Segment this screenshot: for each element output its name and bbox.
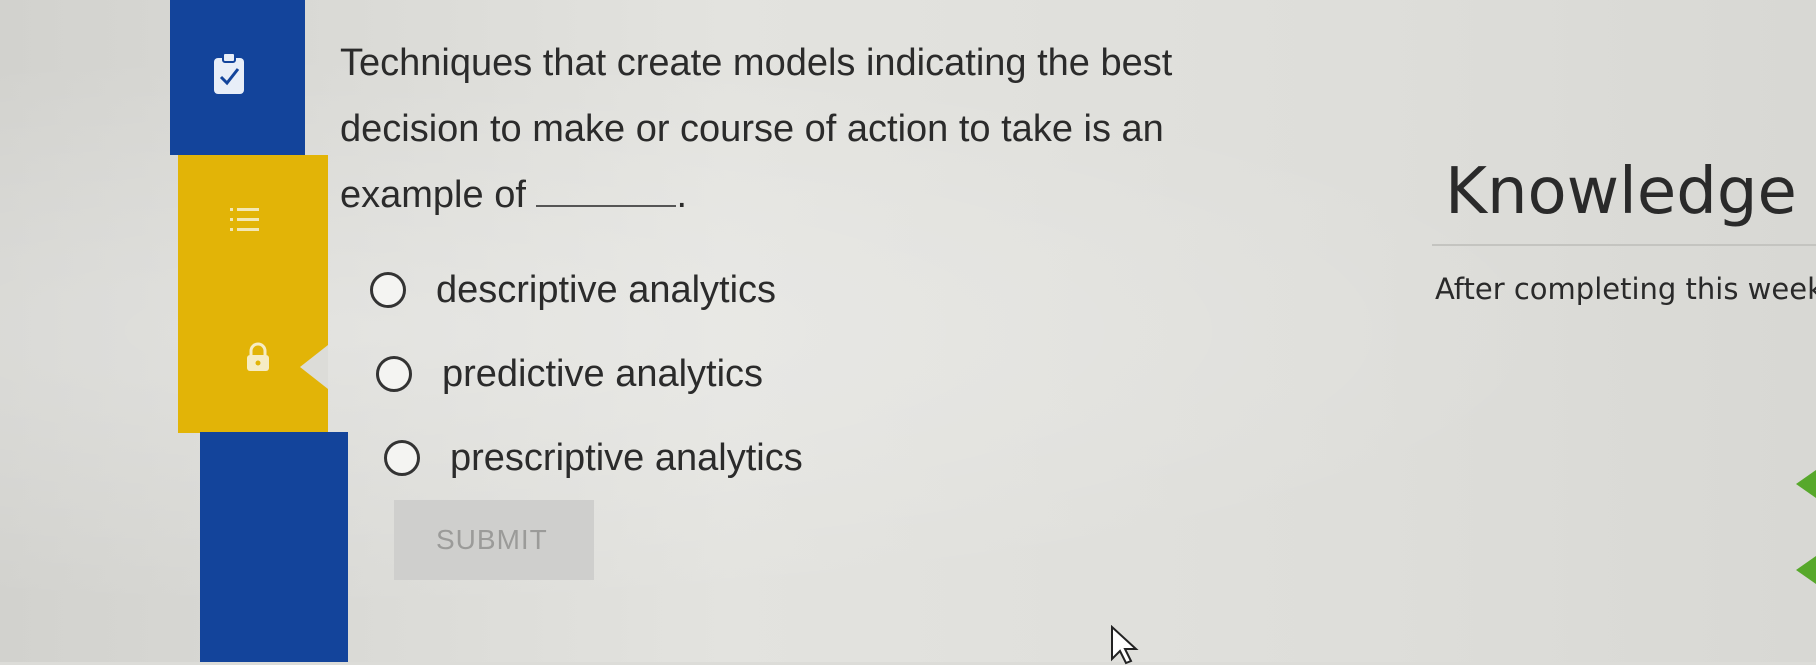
mouse-cursor-icon [1111,625,1139,665]
panel-divider [1432,244,1816,246]
question-prompt: Techniques that create models indicating… [340,42,1173,216]
clipboard-check-icon [214,52,244,94]
option-prescriptive-analytics[interactable]: prescriptive analytics [384,416,803,500]
answer-options: descriptive analytics predictive analyti… [370,248,803,500]
list-icon [230,208,259,231]
sidebar-section-bottom[interactable] [200,432,348,662]
option-descriptive-analytics[interactable]: descriptive analytics [370,248,803,332]
radio-button[interactable] [370,272,406,308]
sidebar-active-indicator [300,345,328,389]
answer-blank [536,175,677,207]
radio-button[interactable] [376,356,412,392]
panel-title: Knowledge [1445,155,1797,229]
question-period: . [676,174,688,216]
submit-button[interactable]: SUBMIT [394,500,594,580]
green-arrow-icon[interactable] [1796,470,1816,498]
question-text: Techniques that create models indicating… [340,30,1200,228]
option-label: predictive analytics [442,352,764,395]
sidebar [0,0,350,662]
sidebar-section-list[interactable] [178,155,328,433]
option-label: prescriptive analytics [450,436,803,479]
lock-icon [247,342,269,371]
panel-text: After completing this week [1435,272,1816,306]
radio-button[interactable] [384,440,420,476]
option-label: descriptive analytics [436,268,777,311]
option-predictive-analytics[interactable]: predictive analytics [376,332,803,416]
green-arrow-icon[interactable] [1796,556,1816,584]
